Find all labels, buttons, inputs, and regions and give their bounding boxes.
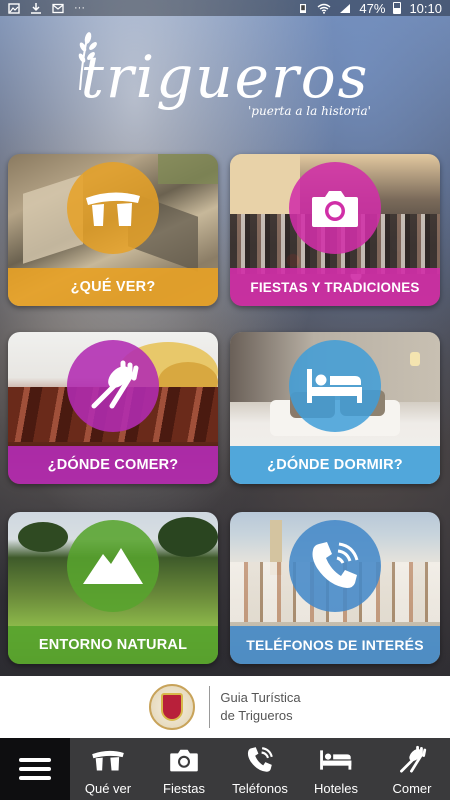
camera-icon [289, 162, 381, 254]
nav-item-telefonos[interactable]: Teléfonos [222, 738, 298, 800]
battery-icon [393, 2, 402, 14]
nav-item-que-ver[interactable]: Qué ver [70, 738, 146, 800]
vibrate-icon [300, 3, 307, 13]
download-icon [31, 2, 41, 14]
image-notification-icon [8, 2, 20, 14]
banner-text: Guia Turística de Trigueros [220, 689, 300, 725]
nav-item-label: Fiestas [163, 781, 205, 796]
nav-item-label: Comer [392, 781, 432, 796]
battery-percent: 47% [359, 0, 386, 16]
fork-spoon-icon [397, 745, 427, 775]
wifi-icon [317, 3, 331, 14]
banner-line-2: de Trigueros [220, 708, 293, 723]
tile-label: FIESTAS Y TRADICIONES [230, 268, 440, 306]
tile-fiestas-y-tradiciones[interactable]: FIESTAS Y TRADICIONES [230, 154, 440, 306]
phone-icon [289, 520, 381, 612]
overflow-dots: ··· [74, 2, 85, 14]
bottom-navigation: Qué ver Fiestas Teléfonos Hoteles Comer [0, 738, 450, 800]
tile-label: ENTORNO NATURAL [8, 626, 218, 664]
coat-of-arms-icon [149, 684, 196, 730]
dolmen-icon [67, 162, 159, 254]
nav-item-label: Teléfonos [232, 781, 288, 796]
tile-label: ¿DÓNDE DORMIR? [230, 446, 440, 484]
banner-line-1: Guia Turística [220, 690, 301, 705]
nav-item-comer[interactable]: Comer [374, 738, 450, 800]
nav-item-fiestas[interactable]: Fiestas [146, 738, 222, 800]
tile-label: TELÉFONOS DE INTERÉS [230, 626, 440, 664]
tile-donde-dormir[interactable]: ¿DÓNDE DORMIR? [230, 332, 440, 484]
phone-icon [245, 745, 275, 775]
status-bar: ··· 47% 10:10 [0, 0, 450, 16]
bed-icon [319, 745, 353, 775]
tile-telefonos-de-interes[interactable]: TELÉFONOS DE INTERÉS [230, 512, 440, 664]
tile-donde-comer[interactable]: ¿DÓNDE COMER? [8, 332, 218, 484]
banner-divider [209, 686, 211, 728]
tile-label: ¿DÓNDE COMER? [8, 446, 218, 484]
nav-item-label: Hoteles [313, 781, 359, 796]
signal-icon [340, 3, 351, 13]
guide-banner: Guia Turística de Trigueros [0, 676, 450, 738]
tile-entorno-natural[interactable]: ENTORNO NATURAL [8, 512, 218, 664]
logo-title: trigueros [80, 43, 370, 111]
fork-spoon-icon [67, 340, 159, 432]
logo-subtitle: 'puerta a la historia' [248, 104, 371, 118]
tile-que-ver[interactable]: ¿QUÉ VER? [8, 154, 218, 306]
app-logo: trigueros 'puerta a la historia' [0, 30, 450, 130]
bed-icon [289, 340, 381, 432]
nav-item-hoteles[interactable]: Hoteles [298, 738, 374, 800]
mail-icon [52, 3, 64, 13]
tile-label: ¿QUÉ VER? [8, 268, 218, 306]
camera-icon [169, 745, 199, 775]
clock: 10:10 [409, 0, 442, 16]
mountain-icon [67, 520, 159, 612]
nav-item-label: Qué ver [84, 781, 132, 796]
hamburger-menu-button[interactable] [0, 738, 70, 800]
dolmen-icon [91, 745, 125, 775]
